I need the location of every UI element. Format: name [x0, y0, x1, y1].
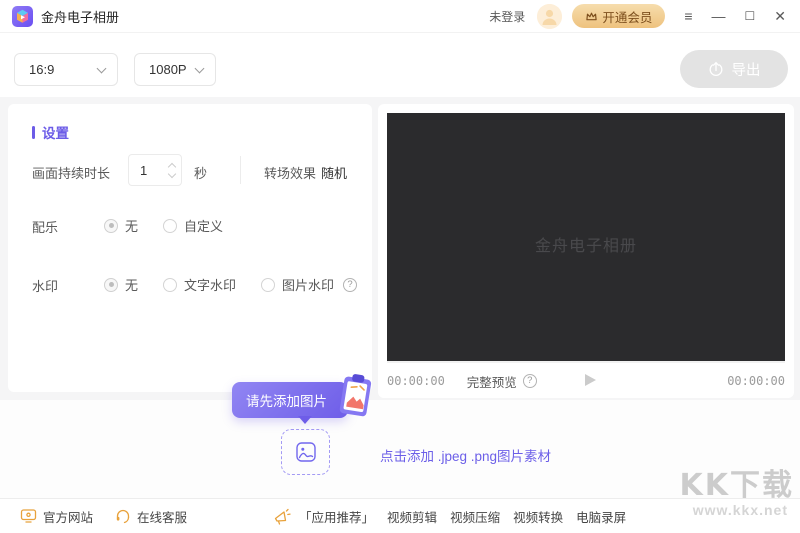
- headset-icon: [116, 509, 130, 524]
- duration-stepper[interactable]: [167, 162, 177, 178]
- vip-button-label: 开通会员: [602, 10, 653, 25]
- radio-watermark-none-label[interactable]: 无: [125, 275, 138, 294]
- preview-controls: 00:00:00 完整预览 ? 00:00:00: [387, 367, 785, 395]
- open-vip-button[interactable]: 开通会员: [572, 4, 666, 28]
- radio-music-none[interactable]: [104, 218, 118, 233]
- radio-watermark-text[interactable]: [163, 277, 178, 292]
- resolution-value: 1080P: [149, 62, 187, 77]
- radio-music-custom[interactable]: [163, 218, 178, 233]
- promo-video-edit[interactable]: 视频剪辑: [387, 507, 437, 526]
- person-icon: [537, 3, 563, 29]
- toolbar: 16:9 1080P 导出: [0, 34, 800, 97]
- video-watermark-text: 金舟电子相册: [534, 238, 637, 255]
- radio-music-none-label[interactable]: 无: [125, 216, 138, 235]
- radio-music-custom-label[interactable]: 自定义: [184, 216, 223, 235]
- app-promo-group: 「应用推荐」: [273, 507, 374, 526]
- elapsed-time: 00:00:00: [387, 374, 445, 388]
- export-button-label: 导出: [731, 62, 761, 79]
- tooltip-text: 请先添加图片: [246, 394, 327, 409]
- login-status[interactable]: 未登录: [489, 8, 525, 25]
- image-icon: [295, 442, 316, 462]
- radio-watermark-text-label[interactable]: 文字水印: [184, 275, 236, 294]
- aspect-ratio-value: 16:9: [29, 62, 55, 77]
- app-promo-label: 「应用推荐」: [299, 510, 375, 525]
- settings-header: 设置: [32, 122, 69, 142]
- megaphone-icon: [274, 508, 291, 525]
- title-bar: 金舟电子相册 未登录 开通会员 ≡ — ☐ ✕: [0, 0, 800, 33]
- app-logo-icon: [12, 5, 33, 27]
- duration-label: 画面持续时长: [32, 166, 111, 181]
- duration-input[interactable]: [129, 162, 159, 178]
- settings-title: 设置: [42, 126, 69, 141]
- duration-unit: 秒: [194, 166, 208, 181]
- full-preview-label: 完整预览: [466, 375, 517, 390]
- add-image-tooltip: 请先添加图片: [232, 382, 348, 424]
- add-image-hint[interactable]: 点击添加 .jpeg .png图片素材: [380, 445, 551, 465]
- watermark-label: 水印: [32, 279, 59, 294]
- clipboard-image-icon: [339, 374, 372, 417]
- watermark-options: 无 文字水印 图片水印 ?: [104, 275, 358, 294]
- crown-icon: [586, 12, 597, 20]
- stepper-down-icon[interactable]: [167, 169, 177, 178]
- video-preview: 金舟电子相册: [387, 113, 785, 361]
- total-time: 00:00:00: [727, 374, 785, 388]
- avatar[interactable]: [537, 3, 563, 29]
- radio-watermark-image-label[interactable]: 图片水印: [282, 275, 334, 294]
- transition-value[interactable]: 随机: [321, 163, 347, 182]
- online-support-link[interactable]: 在线客服: [115, 507, 187, 526]
- progress-bar[interactable]: [387, 361, 785, 363]
- resolution-dropdown[interactable]: 1080P: [134, 53, 216, 86]
- export-button[interactable]: 导出: [680, 50, 788, 88]
- preview-panel: 金舟电子相册 00:00:00 完整预览 ? 00:00:00: [378, 104, 794, 398]
- maximize-icon[interactable]: ☐: [745, 10, 756, 22]
- music-options: 无 自定义: [104, 216, 223, 235]
- aspect-ratio-dropdown[interactable]: 16:9: [14, 53, 118, 86]
- monitor-icon: [20, 509, 37, 523]
- promo-video-compress[interactable]: 视频压缩: [450, 507, 500, 526]
- settings-panel: 设置 画面持续时长 秒 转场效果 随机 配乐 无 自定义 水印 无 文字水印 图…: [8, 104, 372, 392]
- full-preview-toggle[interactable]: 完整预览 ?: [467, 372, 537, 391]
- promo-screen-record[interactable]: 电脑录屏: [576, 507, 626, 526]
- official-website-label: 官方网站: [43, 510, 94, 525]
- radio-watermark-none[interactable]: [104, 277, 118, 292]
- chevron-down-icon: [194, 63, 205, 73]
- transition-label: 转场效果: [264, 166, 317, 181]
- footer-bar: 官方网站 在线客服 「应用推荐」 视频剪辑 视频压缩 视频转换 电脑录屏: [0, 498, 800, 533]
- export-icon: [709, 61, 722, 76]
- watermark-help-icon[interactable]: ?: [343, 277, 358, 292]
- menu-icon[interactable]: ≡: [684, 9, 692, 23]
- radio-watermark-image[interactable]: [261, 277, 276, 292]
- play-button[interactable]: [585, 374, 596, 386]
- music-label: 配乐: [32, 220, 59, 235]
- app-title: 金舟电子相册: [41, 9, 120, 25]
- divider: [240, 156, 241, 184]
- tooltip-arrow: [298, 416, 312, 424]
- chevron-down-icon: [96, 63, 107, 73]
- official-website-link[interactable]: 官方网站: [20, 507, 93, 526]
- accent-bar: [32, 125, 35, 139]
- online-support-label: 在线客服: [137, 510, 188, 525]
- full-preview-help-icon[interactable]: ?: [522, 374, 537, 388]
- duration-input-box: [128, 154, 182, 186]
- minimize-icon[interactable]: —: [712, 9, 726, 23]
- promo-video-convert[interactable]: 视频转换: [513, 507, 563, 526]
- add-image-button[interactable]: [281, 429, 330, 475]
- close-icon[interactable]: ✕: [774, 9, 786, 23]
